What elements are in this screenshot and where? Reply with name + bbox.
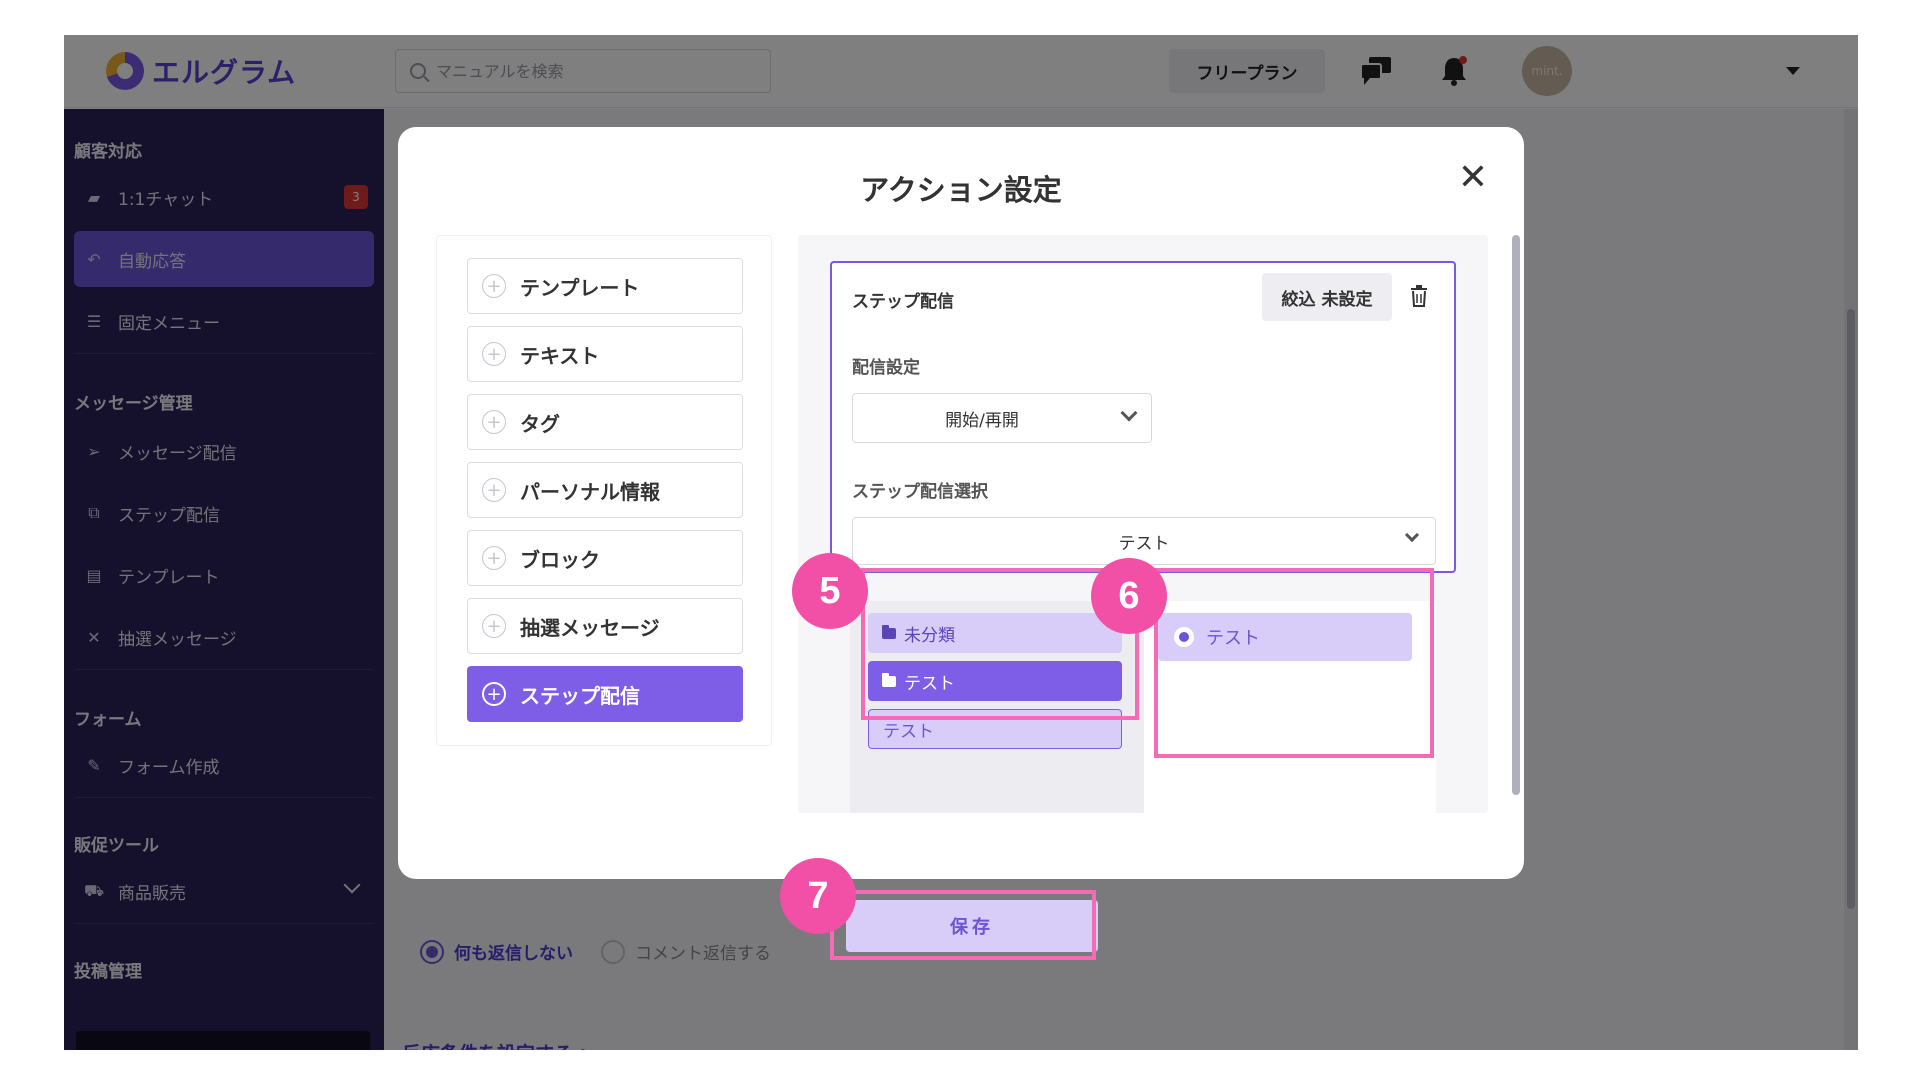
step-select-label: ステップ配信選択 [852,482,988,502]
highlight-box-option [1154,568,1434,758]
chevron-down-icon [1404,527,1420,543]
plus-circle-icon: + [482,682,506,706]
action-label: ステップ配信 [520,683,640,708]
folder-leaf-label: テスト [883,721,934,742]
action-text-button[interactable]: + テキスト [467,326,743,382]
chevron-down-icon [1120,404,1138,422]
action-settings-modal: アクション設定 ✕ + テンプレート + テキスト + タグ + パーソナル情報… [398,127,1524,879]
delivery-setting-select[interactable]: 開始/再開 [852,393,1152,443]
action-personal-info-button[interactable]: + パーソナル情報 [467,462,743,518]
action-block-button[interactable]: + ブロック [467,530,743,586]
highlight-box-save [830,890,1096,960]
plus-circle-icon: + [482,546,506,570]
step-number-badge-6: 6 [1091,558,1167,634]
action-label: ブロック [520,547,600,572]
action-tag-button[interactable]: + タグ [467,394,743,450]
action-label: テンプレート [520,275,640,300]
filter-button[interactable]: 絞込 未設定 [1262,273,1392,321]
delivery-setting-label: 配信設定 [852,358,920,378]
action-label: タグ [520,411,560,436]
action-type-list: + テンプレート + テキスト + タグ + パーソナル情報 + ブロック + … [436,235,772,746]
step-number-badge-7: 7 [780,858,856,934]
action-template-button[interactable]: + テンプレート [467,258,743,314]
step-number-badge-5: 5 [792,553,868,629]
action-step-delivery-button[interactable]: + ステップ配信 [467,666,743,722]
step-card-title: ステップ配信 [852,292,954,312]
modal-scrollbar[interactable] [1512,235,1520,795]
delivery-setting-value: 開始/再開 [945,410,1019,431]
plus-circle-icon: + [482,614,506,638]
modal-title: アクション設定 [860,173,1062,207]
step-delivery-card: ステップ配信 絞込 未設定 配信設定 開始/再開 ステップ配信選択 テスト [830,261,1456,573]
step-delivery-select[interactable]: テスト [852,517,1436,565]
action-label: 抽選メッセージ [520,615,660,640]
action-label: パーソナル情報 [520,479,660,504]
action-lottery-button[interactable]: + 抽選メッセージ [467,598,743,654]
plus-circle-icon: + [482,478,506,502]
plus-circle-icon: + [482,342,506,366]
action-label: テキスト [520,343,600,368]
plus-circle-icon: + [482,410,506,434]
app-window: エルグラム フリープラン mint. 顧客対応 ▰ 1:1チャット 3 ↶ [64,35,1858,1050]
trash-icon[interactable] [1410,285,1428,307]
step-select-value: テスト [1118,533,1170,554]
plus-circle-icon: + [482,274,506,298]
close-icon[interactable]: ✕ [1456,160,1490,196]
